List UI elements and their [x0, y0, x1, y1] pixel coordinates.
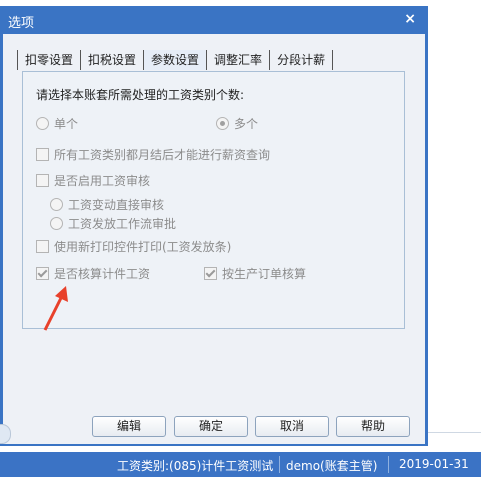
status-date: 2019-01-31: [399, 457, 469, 471]
status-divider: [388, 456, 389, 473]
status-category: 工资类别:(085)计件工资测试: [117, 459, 274, 473]
annotation-arrow-shaft: [43, 295, 64, 331]
status-user: demo(账套主管): [286, 459, 378, 473]
status-bar: 工资类别:(085)计件工资测试 demo(账套主管) 2019-01-31: [0, 452, 481, 477]
status-divider: [279, 456, 280, 473]
annotation-arrow: [43, 286, 68, 331]
